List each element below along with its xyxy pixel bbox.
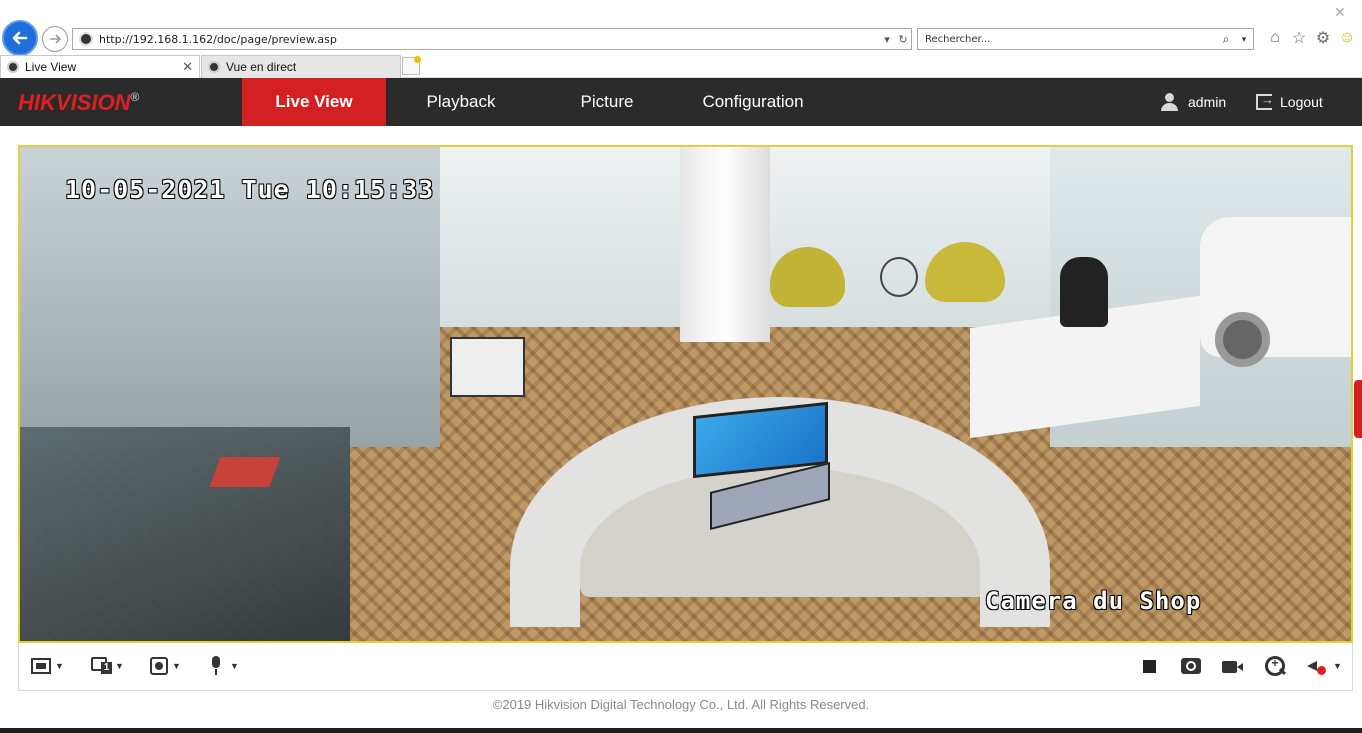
chevron-down-icon: ▼ bbox=[172, 661, 181, 671]
camera-icon bbox=[1181, 658, 1201, 674]
username: admin bbox=[1188, 94, 1227, 110]
url-text[interactable]: http://192.168.1.162/doc/page/preview.as… bbox=[99, 33, 879, 46]
main-nav: Live View Playback Picture Configuration bbox=[242, 78, 828, 126]
tab-live-view[interactable]: Live View ✕ bbox=[0, 55, 200, 78]
window-layout-icon bbox=[31, 658, 51, 674]
tab-vue-en-direct[interactable]: Vue en direct bbox=[201, 55, 401, 78]
hikvision-logo: HIKVISION® bbox=[18, 90, 139, 116]
forward-button[interactable] bbox=[42, 26, 68, 52]
logout-label: Logout bbox=[1280, 94, 1323, 110]
footer-copyright: ©2019 Hikvision Digital Technology Co., … bbox=[492, 697, 870, 712]
scene-display-stand bbox=[450, 337, 525, 397]
stop-icon bbox=[1143, 659, 1156, 673]
tab-label: Live View bbox=[25, 60, 77, 74]
microphone-button[interactable]: ▼ bbox=[210, 655, 239, 677]
camera-feed-image bbox=[20, 147, 1351, 641]
search-dropdown-icon[interactable]: ▾ bbox=[1235, 34, 1253, 45]
osd-camera-name: Camera du Shop bbox=[985, 587, 1202, 615]
new-tab-button[interactable] bbox=[402, 56, 421, 75]
tab-label: Vue en direct bbox=[226, 60, 297, 74]
tab-close-icon[interactable]: ✕ bbox=[182, 59, 193, 75]
user-menu[interactable]: admin bbox=[1160, 78, 1226, 126]
taskbar-edge bbox=[0, 728, 1362, 733]
digital-zoom-button[interactable] bbox=[1265, 655, 1285, 677]
stream-type-button[interactable]: ▼ bbox=[91, 655, 124, 677]
close-icon[interactable]: ✕ bbox=[1334, 4, 1346, 21]
chevron-down-icon: ▼ bbox=[115, 661, 124, 671]
dropdown-icon[interactable]: ▾ bbox=[879, 33, 895, 46]
scene-red-object bbox=[209, 457, 281, 487]
search-icon[interactable]: ⌕ bbox=[1217, 32, 1235, 47]
arrow-right-icon bbox=[50, 34, 62, 44]
audio-button[interactable]: ▼ bbox=[1307, 655, 1342, 677]
window-layout-button[interactable]: ▼ bbox=[31, 655, 64, 677]
feedback-smiley-icon[interactable]: ☺ bbox=[1338, 28, 1356, 48]
nav-live-view[interactable]: Live View bbox=[242, 78, 386, 126]
arrow-left-icon bbox=[12, 31, 28, 45]
scene-car-wheel bbox=[1215, 312, 1270, 367]
capture-mode-button[interactable]: ▼ bbox=[150, 655, 181, 677]
logout-button[interactable]: Logout bbox=[1256, 78, 1323, 126]
scene-glass-railing bbox=[20, 427, 350, 641]
snapshot-button[interactable] bbox=[1181, 655, 1201, 677]
logo-hik: HIK bbox=[18, 90, 56, 115]
refresh-icon[interactable]: ↻ bbox=[895, 33, 911, 46]
address-bar[interactable]: http://192.168.1.162/doc/page/preview.as… bbox=[72, 28, 912, 50]
nav-configuration[interactable]: Configuration bbox=[678, 78, 828, 126]
capture-mode-icon bbox=[150, 657, 168, 675]
home-icon[interactable]: ⌂ bbox=[1266, 28, 1284, 48]
nav-playback[interactable]: Playback bbox=[386, 78, 536, 126]
record-icon bbox=[1222, 658, 1244, 674]
app-header: HIKVISION® Live View Playback Picture Co… bbox=[0, 78, 1362, 126]
video-toolbar: ▼ ▼ ▼ ▼ ▼ bbox=[18, 643, 1353, 691]
scene-pillar bbox=[680, 147, 770, 342]
favorites-star-icon[interactable]: ☆ bbox=[1290, 28, 1308, 48]
tab-site-icon bbox=[208, 61, 220, 73]
tab-site-icon bbox=[7, 61, 19, 73]
back-button[interactable] bbox=[2, 20, 38, 56]
tab-strip: Live View ✕ Vue en direct bbox=[0, 55, 1362, 78]
live-video-window[interactable]: 10-05-2021 Tue 10:15:33 Camera du Shop bbox=[18, 145, 1353, 643]
stream-type-icon bbox=[91, 657, 112, 675]
scene-person bbox=[1060, 257, 1108, 327]
site-icon bbox=[79, 32, 93, 46]
logo-registered: ® bbox=[130, 90, 140, 104]
chevron-down-icon: ▼ bbox=[55, 661, 64, 671]
search-placeholder: Rechercher... bbox=[925, 33, 991, 45]
user-icon bbox=[1160, 92, 1180, 112]
nav-picture[interactable]: Picture bbox=[536, 78, 678, 126]
record-button[interactable] bbox=[1222, 655, 1244, 677]
audio-muted-icon bbox=[1307, 657, 1329, 675]
chevron-down-icon: ▼ bbox=[230, 661, 239, 671]
browser-toolbar: ✕ http://192.168.1.162/doc/page/preview.… bbox=[0, 0, 1362, 56]
settings-gear-icon[interactable]: ⚙ bbox=[1314, 28, 1332, 48]
zoom-icon bbox=[1265, 656, 1285, 676]
stop-all-button[interactable] bbox=[1143, 655, 1156, 677]
search-input[interactable]: Rechercher... ⌕ ▾ bbox=[917, 28, 1254, 50]
scene-side-table bbox=[880, 257, 918, 297]
chevron-down-icon: ▼ bbox=[1333, 661, 1342, 671]
logout-icon bbox=[1256, 92, 1274, 110]
osd-timestamp: 10-05-2021 Tue 10:15:33 bbox=[65, 175, 435, 204]
side-panel-toggle[interactable] bbox=[1354, 380, 1362, 438]
microphone-icon bbox=[210, 656, 222, 676]
logo-vision: VISION bbox=[55, 90, 131, 115]
